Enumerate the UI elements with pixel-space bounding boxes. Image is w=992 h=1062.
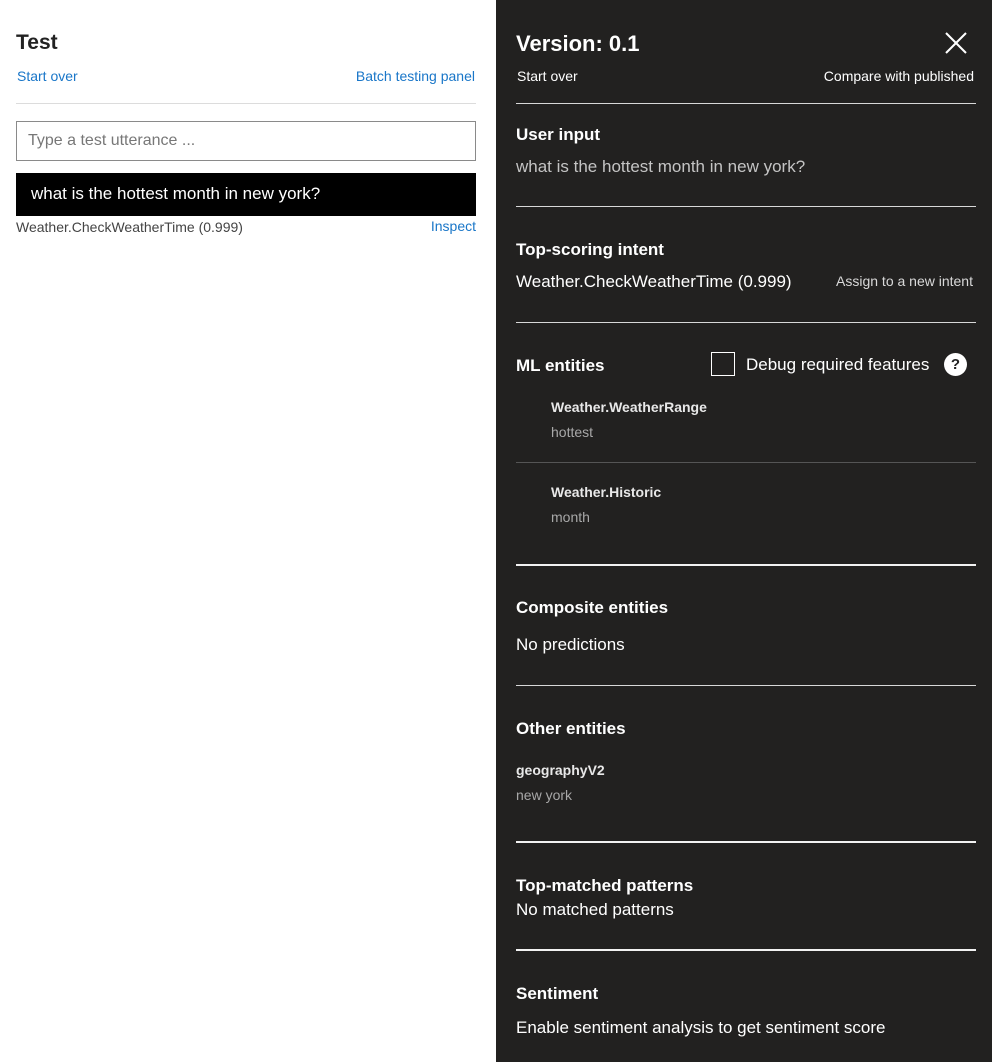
top-intent-result: Weather.CheckWeatherTime (0.999) — [16, 219, 243, 235]
test-utterance-field[interactable] — [16, 121, 476, 161]
divider — [516, 841, 976, 843]
divider — [516, 685, 976, 686]
batch-testing-panel-link[interactable]: Batch testing panel — [356, 68, 475, 84]
assign-to-new-intent-link[interactable]: Assign to a new intent — [836, 273, 973, 289]
test-panel: Test Start over Batch testing panel what… — [0, 0, 496, 1062]
version-title: Version: 0.1 — [516, 31, 640, 56]
inspect-link[interactable]: Inspect — [431, 218, 476, 234]
sentiment-value: Enable sentiment analysis to get sentime… — [516, 1018, 886, 1037]
composite-entities-value: No predictions — [516, 635, 625, 654]
top-matched-patterns-value: No matched patterns — [516, 900, 674, 919]
ml-entity-name: Weather.WeatherRange — [551, 399, 707, 415]
other-entities-heading: Other entities — [516, 719, 626, 738]
inspect-start-over-link[interactable]: Start over — [517, 68, 578, 84]
close-icon[interactable] — [944, 31, 968, 55]
top-matched-patterns-heading: Top-matched patterns — [516, 876, 694, 895]
sentiment-heading: Sentiment — [516, 984, 599, 1003]
ml-entity-name: Weather.Historic — [551, 484, 662, 500]
test-panel-title: Test — [16, 31, 58, 54]
divider — [516, 206, 976, 207]
help-icon[interactable]: ? — [944, 353, 967, 376]
ml-entity-value: month — [551, 509, 590, 525]
top-scoring-intent-value: Weather.CheckWeatherTime (0.999) — [516, 272, 792, 291]
inspect-panel: Version: 0.1 Start over Compare with pub… — [496, 0, 992, 1062]
other-entity-name: geographyV2 — [516, 762, 605, 778]
ml-entity-value: hottest — [551, 424, 594, 440]
user-input-heading: User input — [516, 125, 601, 144]
debug-required-features-label: Debug required features — [746, 355, 930, 374]
divider — [516, 462, 976, 463]
ml-entities-heading: ML entities — [516, 356, 605, 375]
divider — [16, 103, 476, 104]
user-input-value: what is the hottest month in new york? — [516, 157, 806, 176]
start-over-link[interactable]: Start over — [17, 68, 78, 84]
other-entity-value: new york — [516, 787, 573, 803]
test-utterance-item[interactable]: what is the hottest month in new york? — [16, 173, 476, 216]
divider — [516, 103, 976, 104]
divider — [516, 564, 976, 566]
divider — [516, 949, 976, 951]
composite-entities-heading: Composite entities — [516, 598, 669, 617]
top-scoring-intent-heading: Top-scoring intent — [516, 240, 664, 259]
test-utterance-input[interactable] — [17, 122, 475, 160]
debug-required-features-checkbox[interactable] — [711, 352, 735, 376]
divider — [516, 322, 976, 323]
compare-with-published-link[interactable]: Compare with published — [824, 68, 974, 84]
